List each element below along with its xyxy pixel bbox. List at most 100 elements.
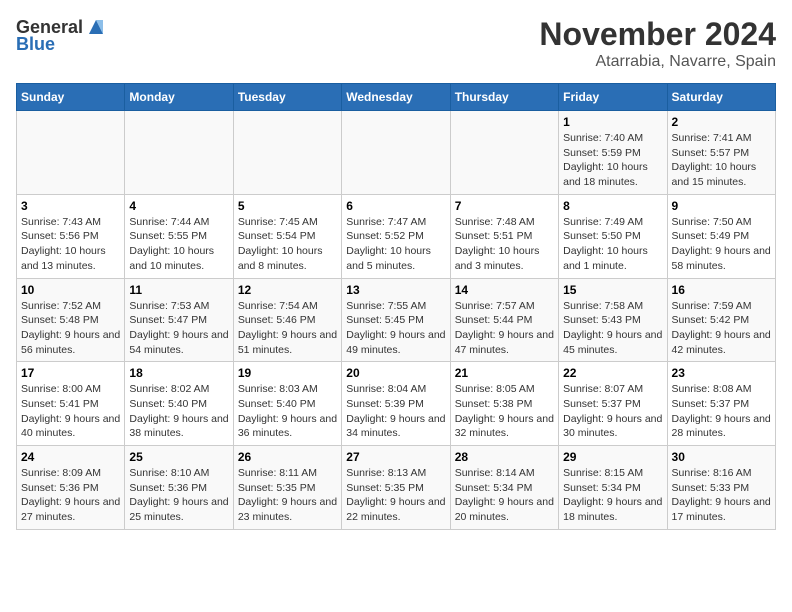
- day-number: 6: [346, 199, 445, 213]
- table-row: 7Sunrise: 7:48 AM Sunset: 5:51 PM Daylig…: [450, 194, 558, 278]
- weekday-tuesday: Tuesday: [233, 84, 341, 111]
- day-info: Sunrise: 7:49 AM Sunset: 5:50 PM Dayligh…: [563, 215, 662, 274]
- table-row: [450, 111, 558, 195]
- day-number: 3: [21, 199, 120, 213]
- table-row: 25 Sunrise: 8:10 AM Sunset: 5:36 PM Dayli…: [125, 446, 233, 530]
- day-number: 9: [672, 199, 771, 213]
- table-row: 9 Sunrise: 7:50 AM Sunset: 5:49 PM Daylig…: [667, 194, 775, 278]
- table-row: 23 Sunrise: 8:08 AM Sunset: 5:37 PM Dayli…: [667, 362, 775, 446]
- day-number: 12: [238, 283, 337, 297]
- day-info: Sunrise: 7:57 AM Sunset: 5:44 PM Dayligh…: [455, 299, 554, 358]
- day-info: Sunrise: 8:00 AM Sunset: 5:41 PM Dayligh…: [21, 382, 120, 441]
- table-row: 24 Sunrise: 8:09 AM Sunset: 5:36 PM Dayli…: [17, 446, 125, 530]
- day-number: 23: [672, 366, 771, 380]
- table-row: 5 Sunrise: 7:45 AM Sunset: 5:54 PM Daylig…: [233, 194, 341, 278]
- logo: General Blue: [16, 16, 107, 55]
- day-number: 8: [563, 199, 662, 213]
- day-info: Sunrise: 8:03 AM Sunset: 5:40 PM Dayligh…: [238, 382, 337, 441]
- day-number: 14: [455, 283, 554, 297]
- day-number: 22: [563, 366, 662, 380]
- day-number: 29: [563, 450, 662, 464]
- day-number: 16: [672, 283, 771, 297]
- logo-blue: Blue: [16, 34, 55, 55]
- day-number: 19: [238, 366, 337, 380]
- table-row: 18 Sunrise: 8:02 AM Sunset: 5:40 PM Dayli…: [125, 362, 233, 446]
- weekday-thursday: Thursday: [450, 84, 558, 111]
- day-info: Sunrise: 8:09 AM Sunset: 5:36 PM Dayligh…: [21, 466, 120, 525]
- day-number: 25: [129, 450, 228, 464]
- day-info: Sunrise: 8:02 AM Sunset: 5:40 PM Dayligh…: [129, 382, 228, 441]
- day-info: Sunrise: 7:41 AM Sunset: 5:57 PM Dayligh…: [672, 131, 771, 190]
- table-row: 14 Sunrise: 7:57 AM Sunset: 5:44 PM Dayli…: [450, 278, 558, 362]
- day-number: 27: [346, 450, 445, 464]
- calendar-week-row: 24 Sunrise: 8:09 AM Sunset: 5:36 PM Dayli…: [17, 446, 776, 530]
- page-header: General Blue November 2024 Atarrabia, Na…: [16, 16, 776, 71]
- calendar-table: Sunday Monday Tuesday Wednesday Thursday…: [16, 83, 776, 530]
- table-row: 10 Sunrise: 7:52 AM Sunset: 5:48 PM Dayli…: [17, 278, 125, 362]
- day-info: Sunrise: 7:52 AM Sunset: 5:48 PM Dayligh…: [21, 299, 120, 358]
- table-row: [125, 111, 233, 195]
- day-number: 28: [455, 450, 554, 464]
- table-row: 11 Sunrise: 7:53 AM Sunset: 5:47 PM Dayli…: [125, 278, 233, 362]
- day-info: Sunrise: 7:50 AM Sunset: 5:49 PM Dayligh…: [672, 215, 771, 274]
- day-info: Sunrise: 7:45 AM Sunset: 5:54 PM Dayligh…: [238, 215, 337, 274]
- table-row: 3 Sunrise: 7:43 AM Sunset: 5:56 PM Daylig…: [17, 194, 125, 278]
- day-number: 10: [21, 283, 120, 297]
- table-row: 1 Sunrise: 7:40 AM Sunset: 5:59 PM Daylig…: [559, 111, 667, 195]
- table-row: 22Sunrise: 8:07 AM Sunset: 5:37 PM Dayli…: [559, 362, 667, 446]
- table-row: [17, 111, 125, 195]
- table-row: 2Sunrise: 7:41 AM Sunset: 5:57 PM Daylig…: [667, 111, 775, 195]
- table-row: 16Sunrise: 7:59 AM Sunset: 5:42 PM Dayli…: [667, 278, 775, 362]
- day-info: Sunrise: 8:10 AM Sunset: 5:36 PM Dayligh…: [129, 466, 228, 525]
- day-info: Sunrise: 8:11 AM Sunset: 5:35 PM Dayligh…: [238, 466, 337, 525]
- day-info: Sunrise: 7:53 AM Sunset: 5:47 PM Dayligh…: [129, 299, 228, 358]
- weekday-saturday: Saturday: [667, 84, 775, 111]
- day-number: 20: [346, 366, 445, 380]
- logo-icon: [85, 16, 107, 38]
- table-row: 15Sunrise: 7:58 AM Sunset: 5:43 PM Dayli…: [559, 278, 667, 362]
- day-info: Sunrise: 8:08 AM Sunset: 5:37 PM Dayligh…: [672, 382, 771, 441]
- day-number: 11: [129, 283, 228, 297]
- day-info: Sunrise: 7:44 AM Sunset: 5:55 PM Dayligh…: [129, 215, 228, 274]
- day-info: Sunrise: 8:04 AM Sunset: 5:39 PM Dayligh…: [346, 382, 445, 441]
- calendar-header-row: Sunday Monday Tuesday Wednesday Thursday…: [17, 84, 776, 111]
- weekday-monday: Monday: [125, 84, 233, 111]
- day-info: Sunrise: 8:05 AM Sunset: 5:38 PM Dayligh…: [455, 382, 554, 441]
- day-number: 5: [238, 199, 337, 213]
- day-info: Sunrise: 8:14 AM Sunset: 5:34 PM Dayligh…: [455, 466, 554, 525]
- weekday-sunday: Sunday: [17, 84, 125, 111]
- calendar-week-row: 3 Sunrise: 7:43 AM Sunset: 5:56 PM Daylig…: [17, 194, 776, 278]
- day-info: Sunrise: 7:40 AM Sunset: 5:59 PM Dayligh…: [563, 131, 662, 190]
- table-row: 6 Sunrise: 7:47 AM Sunset: 5:52 PM Daylig…: [342, 194, 450, 278]
- day-info: Sunrise: 7:47 AM Sunset: 5:52 PM Dayligh…: [346, 215, 445, 274]
- day-info: Sunrise: 7:43 AM Sunset: 5:56 PM Dayligh…: [21, 215, 120, 274]
- day-number: 13: [346, 283, 445, 297]
- day-number: 18: [129, 366, 228, 380]
- title-block: November 2024 Atarrabia, Navarre, Spain: [539, 16, 776, 71]
- calendar-week-row: 1 Sunrise: 7:40 AM Sunset: 5:59 PM Daylig…: [17, 111, 776, 195]
- table-row: 29 Sunrise: 8:15 AM Sunset: 5:34 PM Dayli…: [559, 446, 667, 530]
- location-title: Atarrabia, Navarre, Spain: [539, 53, 776, 71]
- day-info: Sunrise: 8:15 AM Sunset: 5:34 PM Dayligh…: [563, 466, 662, 525]
- month-title: November 2024: [539, 16, 776, 53]
- table-row: 19 Sunrise: 8:03 AM Sunset: 5:40 PM Dayli…: [233, 362, 341, 446]
- day-info: Sunrise: 7:55 AM Sunset: 5:45 PM Dayligh…: [346, 299, 445, 358]
- day-info: Sunrise: 8:13 AM Sunset: 5:35 PM Dayligh…: [346, 466, 445, 525]
- day-number: 24: [21, 450, 120, 464]
- weekday-friday: Friday: [559, 84, 667, 111]
- day-info: Sunrise: 8:16 AM Sunset: 5:33 PM Dayligh…: [672, 466, 771, 525]
- table-row: [233, 111, 341, 195]
- day-number: 17: [21, 366, 120, 380]
- table-row: 13 Sunrise: 7:55 AM Sunset: 5:45 PM Dayli…: [342, 278, 450, 362]
- table-row: 12 Sunrise: 7:54 AM Sunset: 5:46 PM Dayli…: [233, 278, 341, 362]
- table-row: 4 Sunrise: 7:44 AM Sunset: 5:55 PM Daylig…: [125, 194, 233, 278]
- table-row: 30Sunrise: 8:16 AM Sunset: 5:33 PM Dayli…: [667, 446, 775, 530]
- day-info: Sunrise: 7:54 AM Sunset: 5:46 PM Dayligh…: [238, 299, 337, 358]
- day-number: 1: [563, 115, 662, 129]
- table-row: 17 Sunrise: 8:00 AM Sunset: 5:41 PM Dayli…: [17, 362, 125, 446]
- day-number: 4: [129, 199, 228, 213]
- table-row: 20 Sunrise: 8:04 AM Sunset: 5:39 PM Dayli…: [342, 362, 450, 446]
- table-row: 8 Sunrise: 7:49 AM Sunset: 5:50 PM Daylig…: [559, 194, 667, 278]
- table-row: 28 Sunrise: 8:14 AM Sunset: 5:34 PM Dayli…: [450, 446, 558, 530]
- calendar-week-row: 10 Sunrise: 7:52 AM Sunset: 5:48 PM Dayli…: [17, 278, 776, 362]
